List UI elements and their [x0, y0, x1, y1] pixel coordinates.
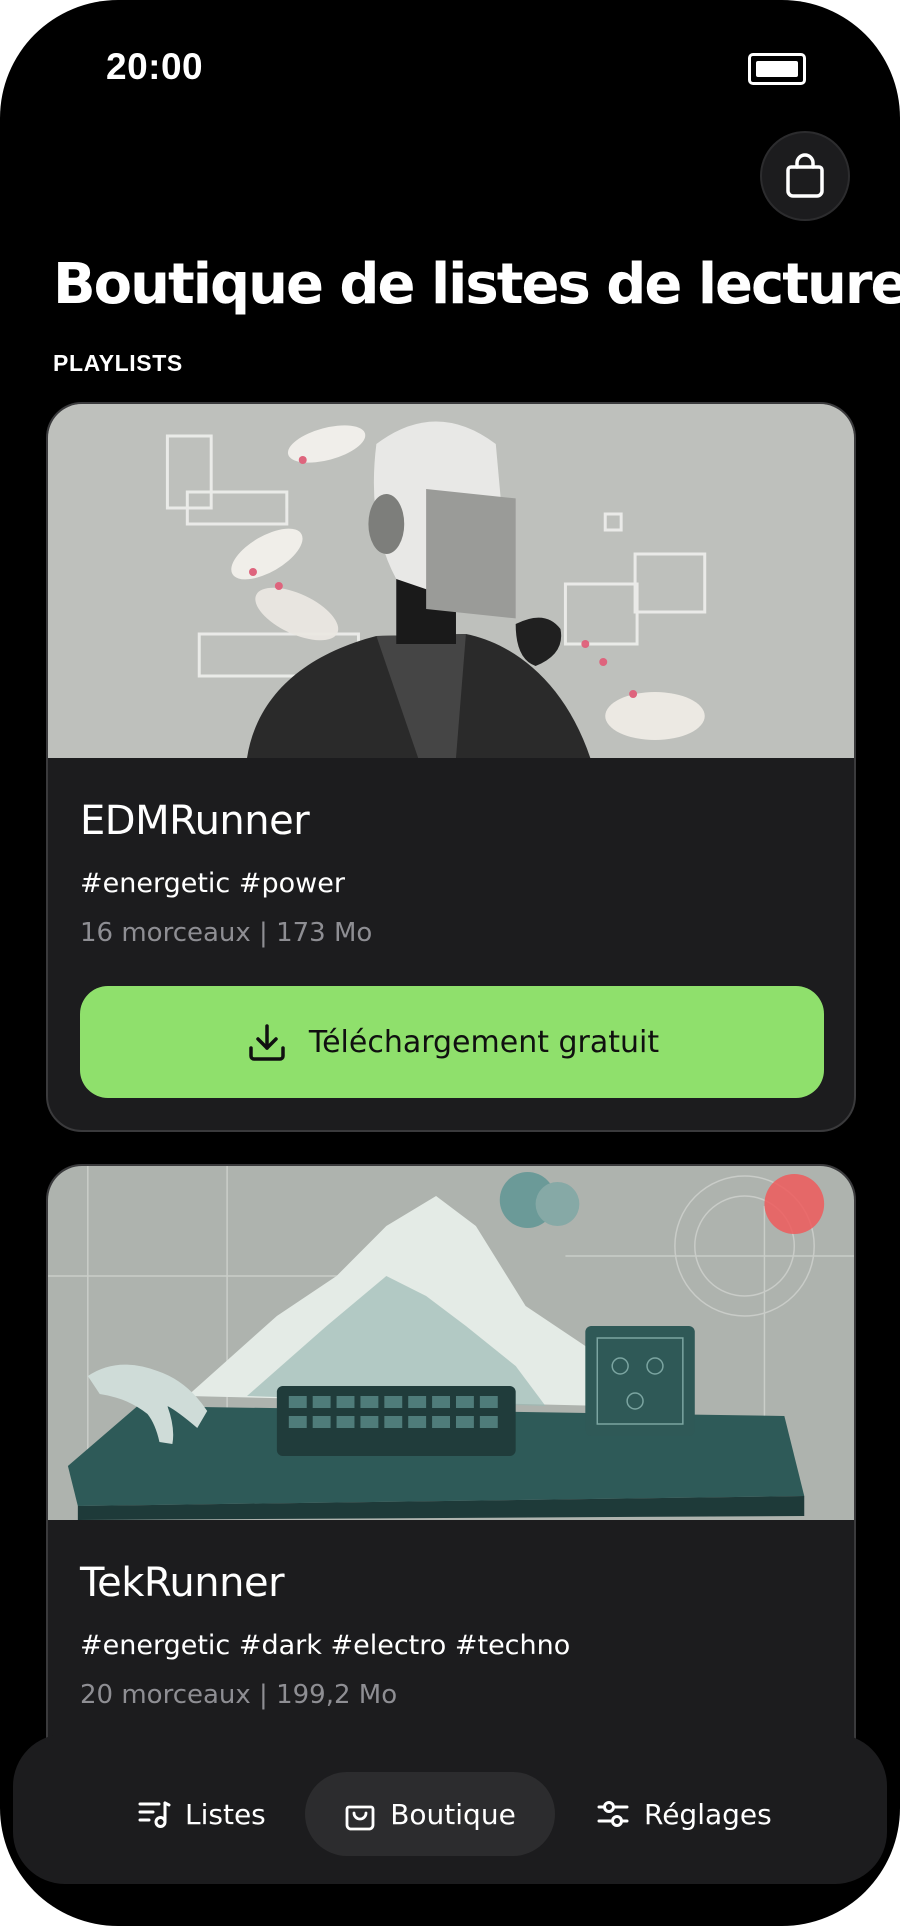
playlist-icon — [138, 1801, 171, 1828]
free-download-button[interactable]: Téléchargement gratuit — [80, 986, 824, 1098]
playlist-meta: 16 morceaux | 173 Mo — [80, 918, 373, 948]
phone-screen: 20:00 Boutique de listes de lecture PLAY… — [0, 0, 900, 1926]
tab-listes[interactable]: Listes — [137, 1772, 266, 1856]
playlist-meta: 20 morceaux | 199,2 Mo — [80, 1680, 398, 1710]
section-label: PLAYLISTS — [53, 350, 183, 376]
battery-icon — [748, 53, 806, 85]
download-icon — [249, 1024, 285, 1061]
tab-listes-label: Listes — [185, 1797, 266, 1831]
tab-reglages-label: Réglages — [644, 1797, 772, 1831]
bottom-tab-bar: Listes Boutique Réglages — [13, 1734, 887, 1884]
playlist-cover-image — [48, 404, 854, 758]
tab-reglages[interactable]: Réglages — [596, 1772, 772, 1856]
playlist-cover-image — [48, 1166, 854, 1520]
status-time: 20:00 — [106, 46, 204, 87]
sliders-icon — [597, 1801, 629, 1827]
shopping-bag-icon — [786, 153, 824, 198]
tab-boutique-label: Boutique — [390, 1797, 516, 1831]
playlist-tags: #energetic #dark #electro #techno — [80, 1630, 571, 1661]
tab-boutique[interactable]: Boutique — [305, 1772, 555, 1856]
playlist-title: TekRunner — [80, 1560, 285, 1606]
shopping-bag-icon — [345, 1805, 375, 1831]
page-title: Boutique de listes de lecture — [53, 252, 900, 317]
free-download-label: Téléchargement gratuit — [308, 1024, 660, 1060]
playlist-card[interactable]: TekRunner #energetic #dark #electro #tec… — [46, 1164, 856, 1804]
playlist-card[interactable]: EDMRunner #energetic #power 16 morceaux … — [46, 402, 856, 1132]
playlist-tags: #energetic #power — [80, 868, 345, 899]
playlist-title: EDMRunner — [80, 798, 310, 844]
cart-button[interactable] — [760, 131, 850, 221]
